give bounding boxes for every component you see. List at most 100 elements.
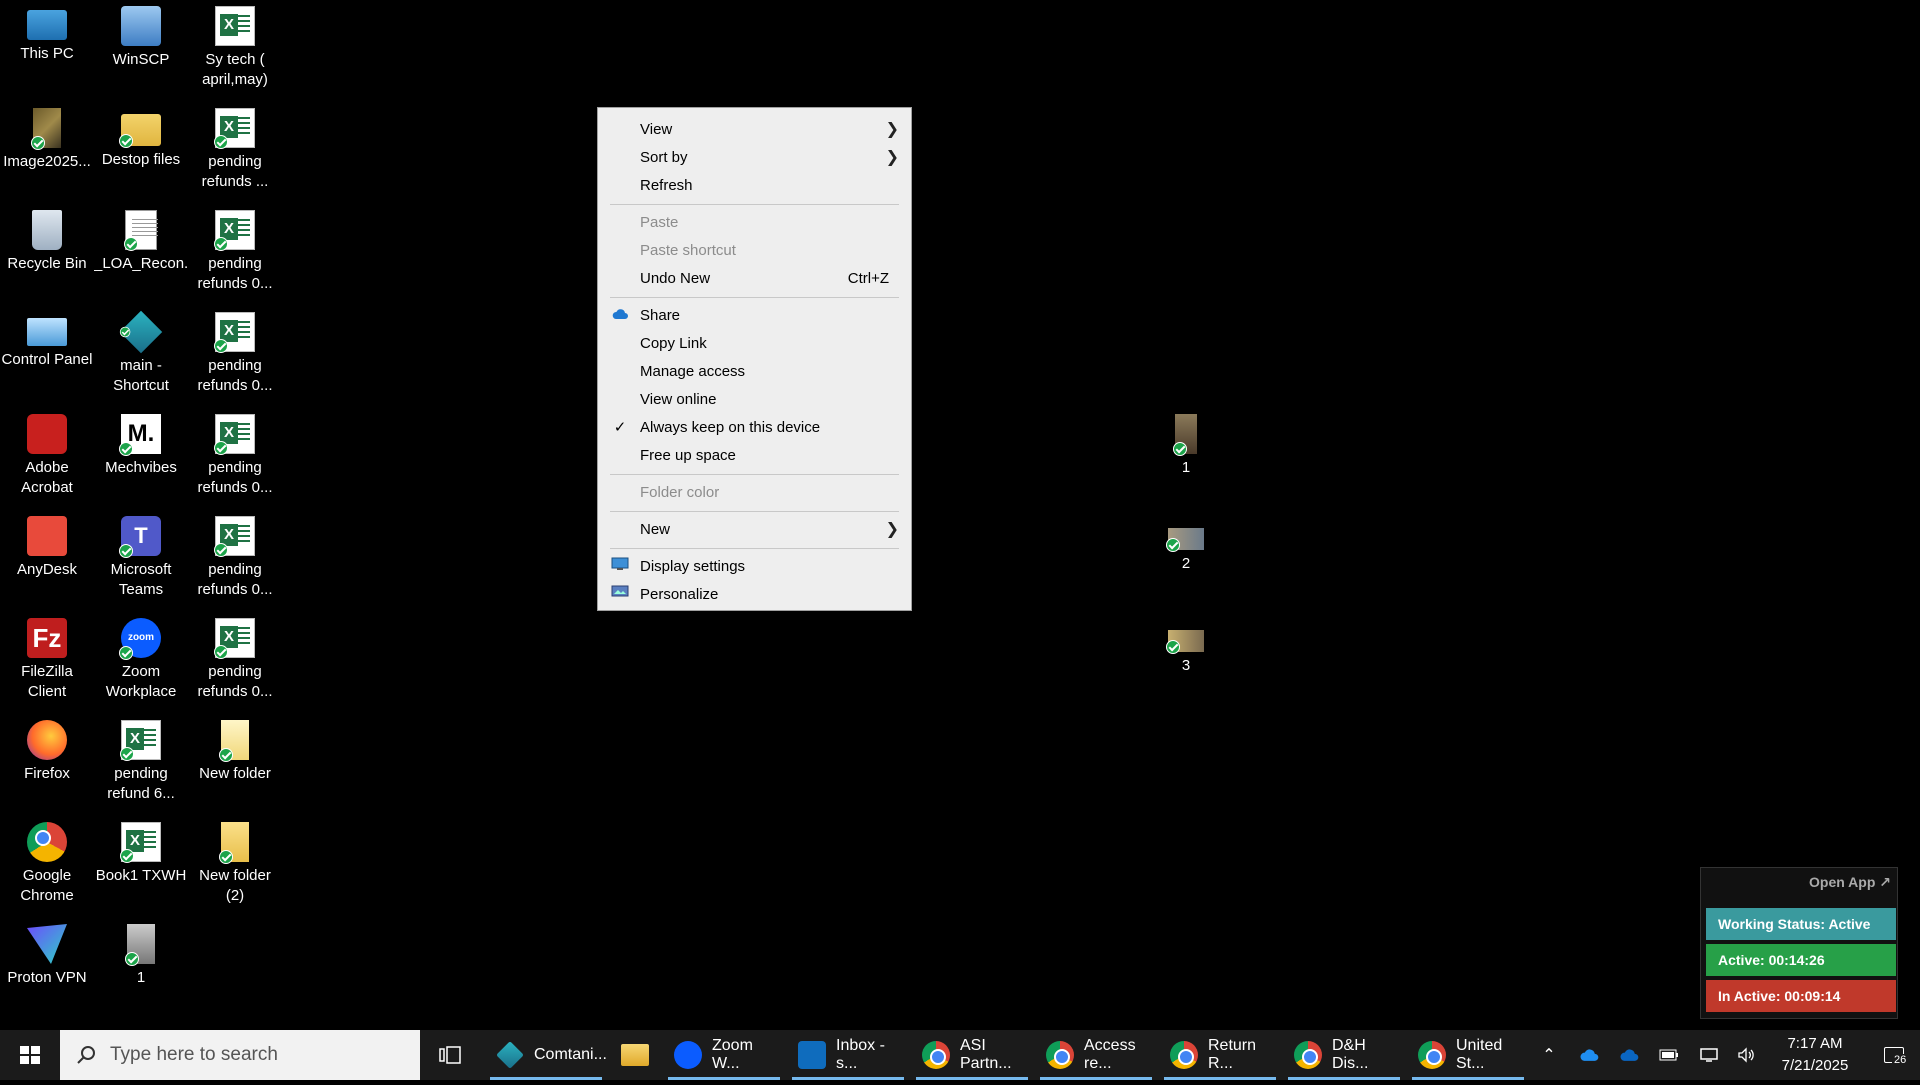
desktop-icon-recycle-bin[interactable]: Recycle Bin [0, 204, 94, 304]
desktop-icon-new-folder-2[interactable]: New folder (2) [188, 816, 282, 916]
image-file-icon [31, 108, 61, 150]
windows-logo-icon [20, 1046, 40, 1064]
chrome-icon [1294, 1041, 1322, 1069]
desktop-icon-sy-tech[interactable]: Sy tech ( april,may) [188, 0, 282, 100]
battery-icon[interactable] [1652, 1030, 1686, 1080]
desktop-icon-float-3[interactable]: 3 [1139, 612, 1233, 712]
chrome-icon [1046, 1041, 1074, 1069]
chrome-icon [27, 822, 67, 862]
taskbar-app-chrome-dh[interactable]: D&H Dis... [1288, 1030, 1400, 1080]
desktop-icon-pending-refunds-6[interactable]: pending refunds 0... [188, 612, 282, 712]
desktop-icon-image2025[interactable]: Image2025... [0, 102, 94, 202]
onedrive-tray-icon[interactable] [1572, 1030, 1606, 1080]
taskbar-app-chrome-asi[interactable]: ASI Partn... [916, 1030, 1028, 1080]
menu-item-free-up-space[interactable]: Free up space [598, 442, 911, 470]
menu-separator [610, 204, 899, 205]
desktop-icon-proton-vpn[interactable]: Proton VPN [0, 918, 94, 1018]
desktop-icon-microsoft-teams[interactable]: T Microsoft Teams [94, 510, 188, 610]
desktop-icon-pending-refunds-4[interactable]: pending refunds 0... [188, 408, 282, 508]
desktop-icon-destop-files[interactable]: Destop files [94, 102, 188, 202]
desktop-icon-pending-refund-6[interactable]: pending refund 6... [94, 714, 188, 814]
taskbar-app-chrome-return[interactable]: Return R... [1164, 1030, 1276, 1080]
desktop-icon-filezilla[interactable]: Fz FileZilla Client [0, 612, 94, 712]
taskbar-app-chrome-access[interactable]: Access re... [1040, 1030, 1152, 1080]
notification-count-badge: 26 [1892, 1054, 1909, 1066]
clock-date: 7/21/2025 [1781, 1057, 1849, 1074]
image-file-icon [1166, 528, 1204, 552]
menu-item-personalize[interactable]: Personalize [598, 581, 911, 609]
task-view-button[interactable] [430, 1030, 470, 1080]
open-app-link[interactable]: Open App ↗ [1809, 874, 1891, 891]
menu-item-paste: Paste [640, 214, 679, 231]
chevron-right-icon: ❯ [885, 121, 899, 138]
desktop-icon-pending-refunds-1[interactable]: pending refunds ... [188, 102, 282, 202]
desktop-icon-adobe-acrobat[interactable]: Adobe Acrobat [0, 408, 94, 508]
menu-separator [610, 548, 899, 549]
menu-item-share[interactable]: Share [598, 302, 911, 330]
proton-vpn-icon [27, 924, 67, 964]
desktop-icon-mechvibes[interactable]: M. Mechvibes [94, 408, 188, 508]
desktop-icon-book1-txwh[interactable]: Book1 TXWH [94, 816, 188, 916]
taskbar-app-comtani[interactable]: Comtani... [490, 1030, 607, 1080]
menu-item-undo-new[interactable]: Undo New Ctrl+Z [598, 265, 911, 293]
start-button[interactable] [0, 1030, 60, 1080]
desktop-icon-float-2[interactable]: 2 [1139, 510, 1233, 610]
taskbar-app-chrome-united[interactable]: United St... [1412, 1030, 1524, 1080]
clock-time: 7:17 AM [1787, 1035, 1843, 1052]
desktop-icon-main-shortcut[interactable]: main - Shortcut [94, 306, 188, 406]
desktop-icon-pending-refunds-5[interactable]: pending refunds 0... [188, 510, 282, 610]
menu-item-paste-shortcut: Paste shortcut [640, 242, 736, 259]
menu-separator [610, 511, 899, 512]
menu-item-manage-access[interactable]: Manage access [598, 358, 911, 386]
chevron-up-icon: ⌃ [1542, 1047, 1556, 1064]
excel-file-icon [215, 6, 255, 46]
menu-item-always-keep[interactable]: ✓ Always keep on this device [598, 414, 911, 442]
zoom-icon: zoom [119, 618, 161, 660]
menu-item-copy-link[interactable]: Copy Link [598, 330, 911, 358]
desktop-icon-1[interactable]: 1 [94, 918, 188, 1018]
chrome-icon [1418, 1041, 1446, 1069]
taskbar-search-box[interactable]: Type here to search [60, 1030, 420, 1080]
menu-item-view[interactable]: View ❯ [598, 116, 911, 144]
volume-icon[interactable] [1730, 1030, 1762, 1080]
desktop-icon-firefox[interactable]: Firefox [0, 714, 94, 814]
desktop-context-menu: View ❯ Sort by ❯ Refresh Paste Paste short… [597, 107, 912, 611]
desktop-icon-pending-refunds-2[interactable]: pending refunds 0... [188, 204, 282, 304]
desktop-icon-anydesk[interactable]: AnyDesk [0, 510, 94, 610]
desktop-icon-float-1[interactable]: 1 [1139, 408, 1233, 508]
desktop-icon-loa-recon[interactable]: _LOA_Recon... [94, 204, 188, 304]
desktop-icon-winscp[interactable]: WinSCP [94, 0, 188, 100]
desktop-icon-control-panel[interactable]: Control Panel [0, 306, 94, 406]
show-hidden-icons-button[interactable]: ⌃ [1534, 1030, 1564, 1080]
desktop[interactable]: This PC Image2025... Recycle Bin Control… [0, 0, 1920, 1030]
desktop-icon-new-folder[interactable]: New folder [188, 714, 282, 814]
desktop-icon-this-pc[interactable]: This PC [0, 0, 94, 100]
excel-file-icon [214, 414, 255, 455]
winscp-icon [121, 6, 161, 46]
teams-icon: T [119, 516, 161, 558]
menu-item-refresh[interactable]: Refresh [598, 172, 911, 200]
desktop-icon-google-chrome[interactable]: Google Chrome [0, 816, 94, 916]
shortcut-icon [119, 310, 163, 354]
notification-center-button[interactable]: 26 [1872, 1030, 1916, 1080]
file-explorer-icon [621, 1044, 649, 1066]
network-icon[interactable] [1692, 1030, 1726, 1080]
menu-item-new[interactable]: New ❯ [598, 516, 911, 544]
taskbar-app-file-explorer[interactable] [612, 1030, 658, 1080]
excel-file-icon [214, 618, 255, 659]
desktop-icon-zoom[interactable]: zoom Zoom Workplace [94, 612, 188, 712]
active-time-badge: Active: 00:14:26 [1706, 944, 1896, 976]
menu-item-display-settings[interactable]: Display settings [598, 553, 911, 581]
menu-item-view-online[interactable]: View online [598, 386, 911, 414]
control-panel-icon [27, 318, 67, 346]
taskbar-clock[interactable]: 7:17 AM 7/21/2025 [1760, 1030, 1870, 1080]
recycle-bin-icon [32, 210, 62, 250]
mechvibes-icon: M. [119, 414, 161, 456]
taskbar-app-zoom[interactable]: Zoom W... [668, 1030, 780, 1080]
onedrive-business-tray-icon[interactable] [1612, 1030, 1646, 1080]
desktop-icon-pending-refunds-3[interactable]: pending refunds 0... [188, 306, 282, 406]
taskbar-app-outlook[interactable]: Inbox - s... [792, 1030, 904, 1080]
menu-item-sort-by[interactable]: Sort by ❯ [598, 144, 911, 172]
folder-icon [119, 114, 161, 148]
comtani-icon [496, 1041, 524, 1069]
